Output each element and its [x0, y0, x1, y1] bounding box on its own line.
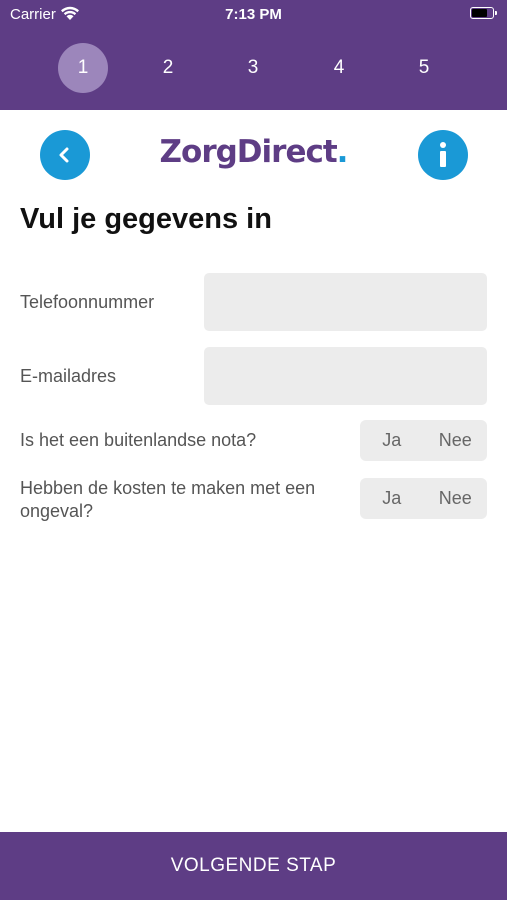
app-header: ZorgDirect. [0, 110, 507, 202]
logo-text: ZorgDirect [159, 134, 338, 170]
accident-yes-option[interactable]: Ja [360, 488, 424, 509]
step-5[interactable]: 5 [399, 43, 449, 93]
info-icon [440, 142, 446, 167]
next-step-button[interactable]: VOLGENDE STAP [0, 832, 507, 900]
info-button[interactable] [418, 130, 468, 180]
step-4[interactable]: 4 [314, 43, 364, 93]
foreign-bill-yes-option[interactable]: Ja [360, 430, 424, 451]
logo-dot: . [336, 134, 349, 170]
step-1[interactable]: 1 [58, 43, 108, 93]
top-bar: Carrier 7:13 PM 1 2 3 4 5 [0, 0, 507, 110]
foreign-bill-toggle: Ja Nee [360, 420, 487, 461]
status-bar: Carrier 7:13 PM [0, 0, 507, 30]
accident-toggle: Ja Nee [360, 478, 487, 519]
battery-icon [470, 7, 497, 19]
page-title: Vul je gegevens in [20, 203, 272, 235]
foreign-bill-question: Is het een buitenlandse nota? [20, 430, 257, 450]
email-input[interactable] [204, 347, 487, 405]
phone-input[interactable] [204, 273, 487, 331]
clock: 7:13 PM [225, 6, 282, 23]
accident-no-option[interactable]: Nee [424, 488, 488, 509]
step-2[interactable]: 2 [143, 43, 193, 93]
email-label: E-mailadres [20, 366, 117, 386]
step-3[interactable]: 3 [228, 43, 278, 93]
phone-label: Telefoonnummer [20, 292, 155, 312]
step-indicator: 1 2 3 4 5 [0, 43, 507, 93]
foreign-bill-no-option[interactable]: Nee [424, 430, 488, 451]
accident-question: Hebben de kosten te maken met een ongeva… [20, 478, 316, 521]
